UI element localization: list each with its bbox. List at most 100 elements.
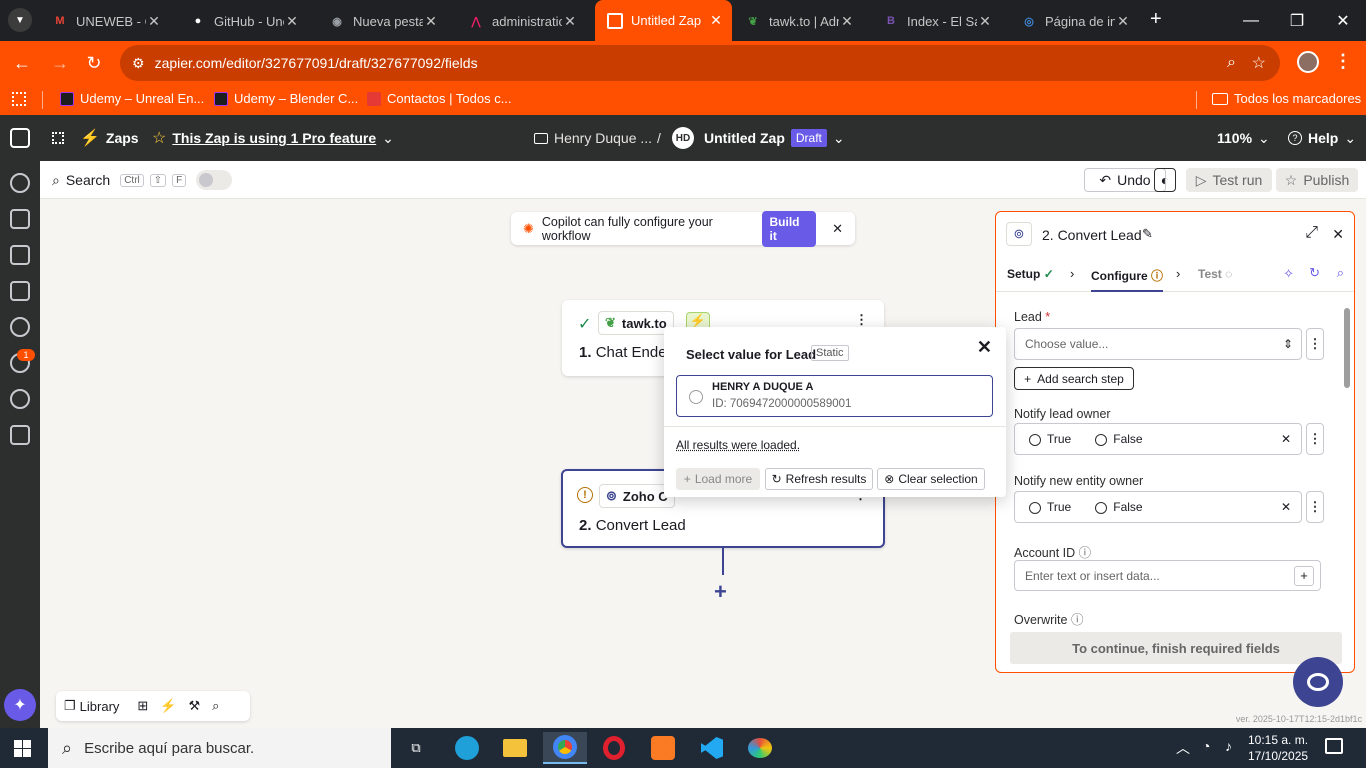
home-icon[interactable] [10, 128, 30, 148]
expand-icon[interactable]: ⤢ [1305, 224, 1318, 242]
search-icon[interactable]: ⌕ [1337, 265, 1344, 281]
reload-button[interactable]: ↻ [82, 51, 106, 75]
option-radio[interactable] [689, 390, 703, 404]
canvas-search[interactable]: ⌕ Search Ctrl ⇧ F [52, 168, 233, 192]
bookmark-star-icon[interactable]: ☆ [1252, 53, 1266, 73]
refresh-icon[interactable]: ↻ [1309, 265, 1320, 281]
close-tab-icon[interactable]: ✕ [839, 13, 855, 30]
wrench-icon[interactable]: ⚒ [189, 698, 201, 714]
add-search-step-button[interactable]: + Add search step [1014, 367, 1134, 390]
forward-button[interactable]: → [48, 51, 72, 75]
network-icon[interactable]: ◔ [1202, 738, 1210, 754]
option-henry[interactable]: HENRY A DUQUE A ID: 7069472000000589001 [676, 375, 993, 417]
kebab-icon[interactable]: ⋮ [855, 312, 868, 328]
lead-select[interactable]: Choose value... ⇕ [1014, 328, 1302, 360]
canvas-toggle[interactable] [196, 170, 233, 190]
volume-icon[interactable]: ♪ [1225, 738, 1232, 754]
tab-test[interactable]: Test ◌ [1198, 267, 1232, 281]
xampp-icon[interactable] [641, 732, 685, 764]
help-menu[interactable]: ? Help ⌄ [1288, 115, 1356, 161]
radio-false[interactable]: False [1095, 500, 1143, 514]
close-icon[interactable]: ✕ [1332, 226, 1344, 243]
settings-icon[interactable] [10, 389, 30, 409]
task-view-icon[interactable]: ⧉ [394, 732, 438, 764]
site-info-icon[interactable]: ⚙ [132, 55, 145, 72]
close-tab-icon[interactable]: ✕ [284, 13, 300, 30]
all-bookmarks[interactable]: Todos los marcadores [1212, 91, 1361, 106]
chrome-taskbar-icon[interactable] [543, 732, 587, 764]
browser-tab[interactable]: ◉ Nueva pesta ✕ [317, 6, 447, 36]
bookmark-udemy-unreal[interactable]: Udemy – Unreal En... [60, 91, 204, 106]
field-menu-icon[interactable]: ⋮ [1306, 423, 1324, 455]
history-icon[interactable] [10, 317, 30, 337]
bookmark-contactos[interactable]: Contactos | Todos c... [367, 91, 512, 106]
field-menu-icon[interactable]: ⋮ [1306, 328, 1324, 360]
clear-icon[interactable]: ✕ [1281, 432, 1291, 446]
insert-data-icon[interactable]: + [1294, 565, 1314, 586]
close-icon[interactable]: ✕ [977, 337, 992, 358]
zoom-icon[interactable]: ⌕ [1227, 54, 1236, 72]
ai-sparkle-icon[interactable]: ✧ [1283, 266, 1294, 282]
apps-icon[interactable] [10, 173, 30, 193]
radio-true[interactable]: True [1029, 500, 1071, 514]
zaps-link[interactable]: ⚡ Zaps [80, 115, 139, 161]
pro-feature-link[interactable]: ☆ This Zap is using 1 Pro feature ⌄ [152, 115, 394, 161]
browser-tab[interactable]: ⋀ administratio ✕ [456, 6, 586, 36]
library-button[interactable]: ❐ Library [64, 698, 119, 714]
clear-selection-button[interactable]: ⊗ Clear selection [877, 468, 985, 490]
close-tab-icon[interactable]: ✕ [423, 13, 439, 30]
bookmark-udemy-blender[interactable]: Udemy – Blender C... [214, 91, 358, 106]
close-tab-icon[interactable]: ✕ [708, 12, 724, 29]
new-tab-button[interactable]: + [1150, 8, 1162, 31]
chat-icon[interactable] [10, 245, 30, 265]
taskbar-search[interactable]: ⌕ Escribe aquí para buscar. [48, 728, 391, 768]
vscode-icon[interactable] [690, 732, 734, 764]
bolt-icon[interactable]: ⚡ [160, 698, 176, 714]
tab-configure[interactable]: Configure ⓘ [1091, 267, 1164, 292]
chrome-menu-icon[interactable]: ⋮ [1334, 51, 1352, 72]
windows-start-icon[interactable] [0, 732, 44, 764]
search-icon[interactable]: ⌕ [212, 698, 219, 714]
auto-layout-icon[interactable]: ◐ [1154, 168, 1176, 192]
omnibox[interactable]: ⚙ zapier.com/editor/327677091/draft/3276… [120, 45, 1280, 81]
zap-title-group[interactable]: HD Untitled Zap Draft ⌄ [672, 115, 845, 161]
maximize-button[interactable]: ❐ [1274, 0, 1320, 41]
tab-setup[interactable]: Setup ✓ [1007, 267, 1054, 281]
copilot-icon[interactable]: ✦ [4, 689, 36, 721]
browser-tab[interactable]: ● GitHub - Une ✕ [178, 6, 308, 36]
tray-chevron-icon[interactable]: ︿ [1176, 738, 1190, 758]
edge-icon[interactable] [445, 732, 489, 764]
calendar-icon[interactable] [10, 281, 30, 301]
folder-breadcrumb[interactable]: Henry Duque ... [534, 115, 652, 161]
back-button[interactable]: ← [10, 51, 34, 75]
close-window-button[interactable]: ✕ [1320, 0, 1366, 41]
notifications-icon[interactable] [1325, 738, 1343, 754]
zap-name[interactable]: Untitled Zap [704, 130, 785, 146]
layers-icon[interactable] [10, 425, 30, 445]
close-tab-icon[interactable]: ✕ [1115, 13, 1131, 30]
opera-icon[interactable] [592, 732, 636, 764]
radio-false[interactable]: False [1095, 432, 1143, 446]
browser-tab[interactable]: MUNEWEB - C✕ [40, 6, 170, 36]
load-more-button[interactable]: + Load more [676, 468, 760, 490]
panel-scrollbar[interactable] [1344, 308, 1350, 388]
edit-pencil-icon[interactable]: ✎ [1142, 226, 1153, 242]
radio-true[interactable]: True [1029, 432, 1071, 446]
zoom-menu[interactable]: 110% ⌄ [1217, 115, 1270, 161]
browser-tab[interactable]: B Index - El Sa ✕ [871, 6, 1001, 36]
browser-tab[interactable]: ◎ Página de in ✕ [1009, 6, 1139, 36]
close-tab-icon[interactable]: ✕ [977, 13, 993, 30]
url-text[interactable]: zapier.com/editor/327677091/draft/327677… [155, 55, 478, 71]
account-id-input[interactable]: Enter text or insert data... + [1014, 560, 1321, 591]
close-tab-icon[interactable]: ✕ [146, 13, 162, 30]
apps-grid-icon[interactable] [12, 92, 26, 106]
apps-icon[interactable]: ⊞ [137, 698, 148, 714]
paint-icon[interactable] [738, 732, 782, 764]
build-it-button[interactable]: Build it [761, 210, 817, 247]
refresh-results-button[interactable]: ↻ Refresh results [765, 468, 873, 490]
app-grid-icon[interactable] [52, 132, 64, 144]
publish-button[interactable]: ☆ Publish [1276, 168, 1358, 192]
close-tab-icon[interactable]: ✕ [562, 13, 578, 30]
browser-tab[interactable]: ❦ tawk.to | Adr ✕ [733, 6, 863, 36]
chat-widget-button[interactable] [1293, 657, 1343, 707]
